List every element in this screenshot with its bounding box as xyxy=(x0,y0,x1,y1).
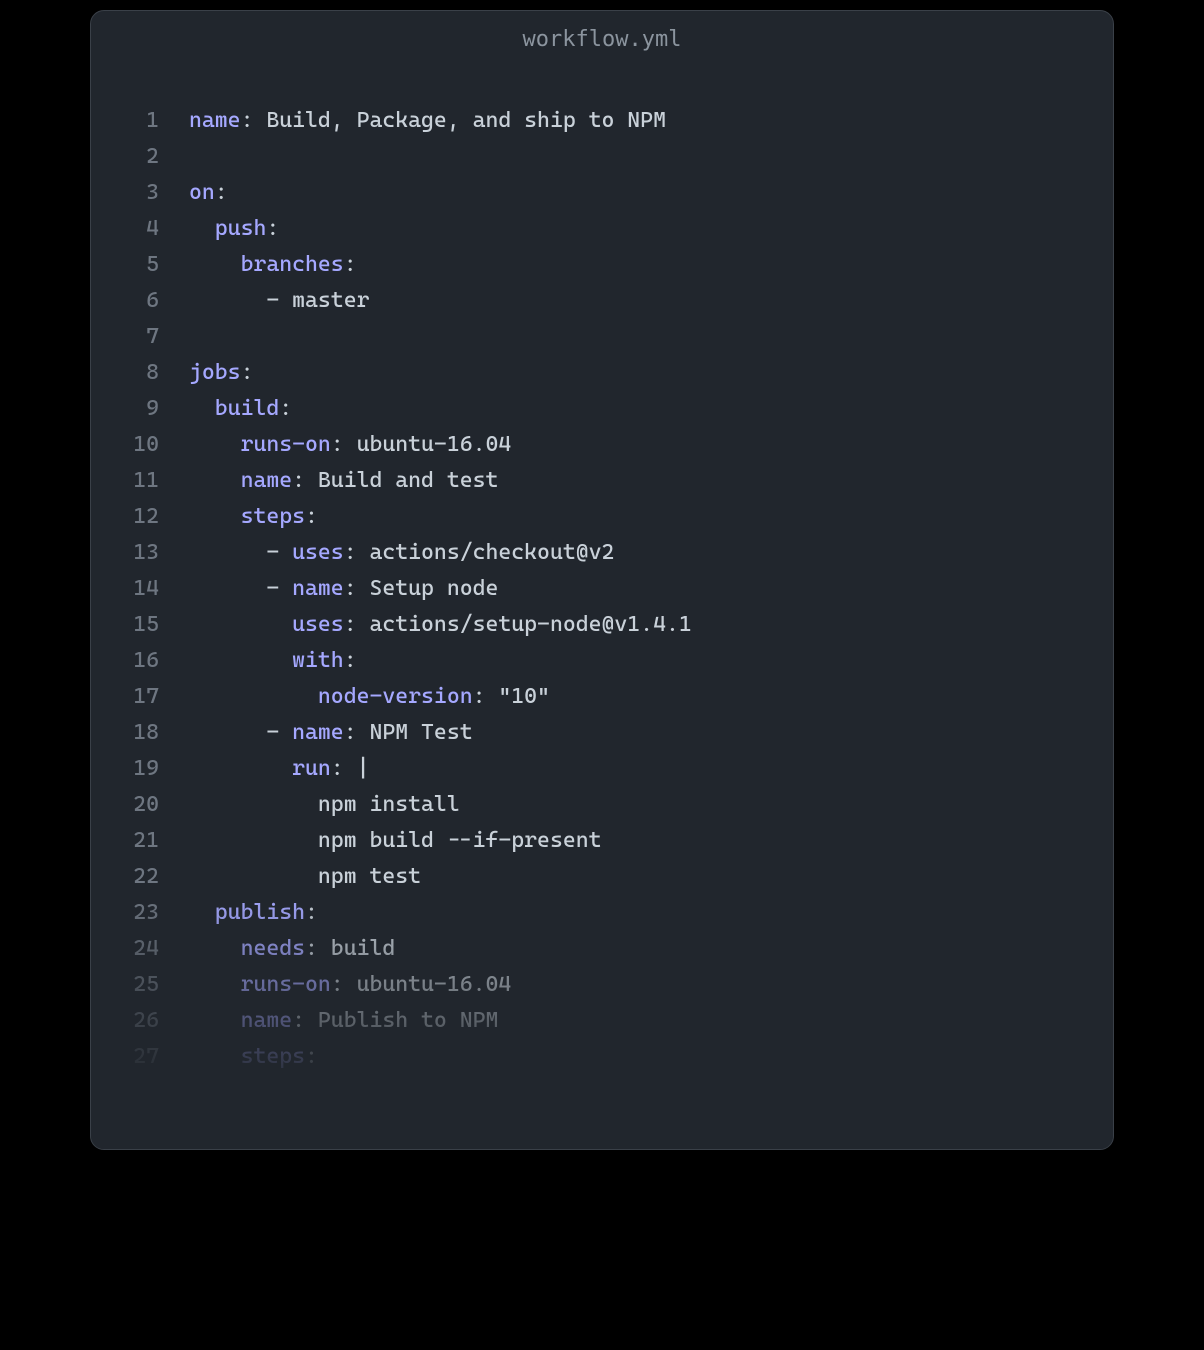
line-content[interactable]: steps: xyxy=(159,499,318,535)
line-number: 18 xyxy=(111,715,159,751)
line-number: 22 xyxy=(111,859,159,895)
line-number: 17 xyxy=(111,679,159,715)
line-content[interactable]: - master xyxy=(159,283,369,319)
line-content[interactable]: name: Publish to NPM xyxy=(159,1003,498,1039)
code-line[interactable]: 11 name: Build and test xyxy=(111,463,1093,499)
code-line[interactable]: 21 npm build --if-present xyxy=(111,823,1093,859)
line-content[interactable]: runs-on: ubuntu-16.04 xyxy=(159,427,511,463)
line-number: 23 xyxy=(111,895,159,931)
code-line[interactable]: 16 with: xyxy=(111,643,1093,679)
line-number: 27 xyxy=(111,1039,159,1075)
line-content[interactable]: npm build --if-present xyxy=(159,823,602,859)
code-line[interactable]: 4 push: xyxy=(111,211,1093,247)
code-line[interactable]: 15 uses: actions/setup-node@v1.4.1 xyxy=(111,607,1093,643)
line-content[interactable]: name: Build and test xyxy=(159,463,498,499)
line-number: 9 xyxy=(111,391,159,427)
line-content[interactable]: - uses: actions/checkout@v2 xyxy=(159,535,614,571)
line-number: 14 xyxy=(111,571,159,607)
window-title: workflow.yml xyxy=(91,11,1113,67)
code-line[interactable]: 14 - name: Setup node xyxy=(111,571,1093,607)
code-line[interactable]: 19 run: | xyxy=(111,751,1093,787)
code-line[interactable]: 23 publish: xyxy=(111,895,1093,931)
code-line[interactable]: 12 steps: xyxy=(111,499,1093,535)
line-content[interactable]: needs: build xyxy=(159,931,395,967)
code-line[interactable]: 27 steps: xyxy=(111,1039,1093,1075)
code-line[interactable]: 25 runs-on: ubuntu-16.04 xyxy=(111,967,1093,1003)
code-line[interactable]: 1name: Build, Package, and ship to NPM xyxy=(111,103,1093,139)
line-number: 13 xyxy=(111,535,159,571)
code-line[interactable]: 26 name: Publish to NPM xyxy=(111,1003,1093,1039)
line-number: 10 xyxy=(111,427,159,463)
line-number: 8 xyxy=(111,355,159,391)
line-number: 1 xyxy=(111,103,159,139)
line-content[interactable]: uses: actions/setup-node@v1.4.1 xyxy=(159,607,692,643)
line-number: 11 xyxy=(111,463,159,499)
line-number: 2 xyxy=(111,139,159,175)
line-number: 7 xyxy=(111,319,159,355)
line-number: 6 xyxy=(111,283,159,319)
line-content[interactable]: steps: xyxy=(159,1039,318,1075)
code-line[interactable]: 18 - name: NPM Test xyxy=(111,715,1093,751)
line-number: 3 xyxy=(111,175,159,211)
line-number: 19 xyxy=(111,751,159,787)
line-content[interactable]: name: Build, Package, and ship to NPM xyxy=(159,103,666,139)
code-line[interactable]: 6 - master xyxy=(111,283,1093,319)
line-number: 5 xyxy=(111,247,159,283)
line-content[interactable]: runs-on: ubuntu-16.04 xyxy=(159,967,511,1003)
line-number: 21 xyxy=(111,823,159,859)
line-content[interactable]: branches: xyxy=(159,247,357,283)
line-content[interactable]: npm install xyxy=(159,787,460,823)
code-line[interactable]: 10 runs-on: ubuntu-16.04 xyxy=(111,427,1093,463)
code-line[interactable]: 8jobs: xyxy=(111,355,1093,391)
code-line[interactable]: 24 needs: build xyxy=(111,931,1093,967)
line-content[interactable]: jobs: xyxy=(159,355,253,391)
line-number: 15 xyxy=(111,607,159,643)
code-line[interactable]: 9 build: xyxy=(111,391,1093,427)
line-number: 20 xyxy=(111,787,159,823)
line-number: 12 xyxy=(111,499,159,535)
line-content[interactable]: run: | xyxy=(159,751,369,787)
line-content[interactable]: node-version: "10" xyxy=(159,679,550,715)
line-number: 4 xyxy=(111,211,159,247)
code-line[interactable]: 2 xyxy=(111,139,1093,175)
code-editor[interactable]: 1name: Build, Package, and ship to NPM23… xyxy=(91,67,1113,1149)
line-content[interactable]: - name: NPM Test xyxy=(159,715,473,751)
code-line[interactable]: 3on: xyxy=(111,175,1093,211)
line-content[interactable]: push: xyxy=(159,211,279,247)
line-content[interactable]: with: xyxy=(159,643,357,679)
line-number: 24 xyxy=(111,931,159,967)
editor-window: workflow.yml 1name: Build, Package, and … xyxy=(90,10,1114,1150)
line-content[interactable]: - name: Setup node xyxy=(159,571,498,607)
line-number: 16 xyxy=(111,643,159,679)
line-content[interactable]: npm test xyxy=(159,859,421,895)
code-line[interactable]: 17 node-version: "10" xyxy=(111,679,1093,715)
line-content[interactable]: on: xyxy=(159,175,228,211)
code-line[interactable]: 22 npm test xyxy=(111,859,1093,895)
line-number: 26 xyxy=(111,1003,159,1039)
line-content[interactable]: publish: xyxy=(159,895,318,931)
code-line[interactable]: 13 - uses: actions/checkout@v2 xyxy=(111,535,1093,571)
line-content[interactable]: build: xyxy=(159,391,292,427)
code-line[interactable]: 20 npm install xyxy=(111,787,1093,823)
line-number: 25 xyxy=(111,967,159,1003)
code-line[interactable]: 5 branches: xyxy=(111,247,1093,283)
code-line[interactable]: 7 xyxy=(111,319,1093,355)
